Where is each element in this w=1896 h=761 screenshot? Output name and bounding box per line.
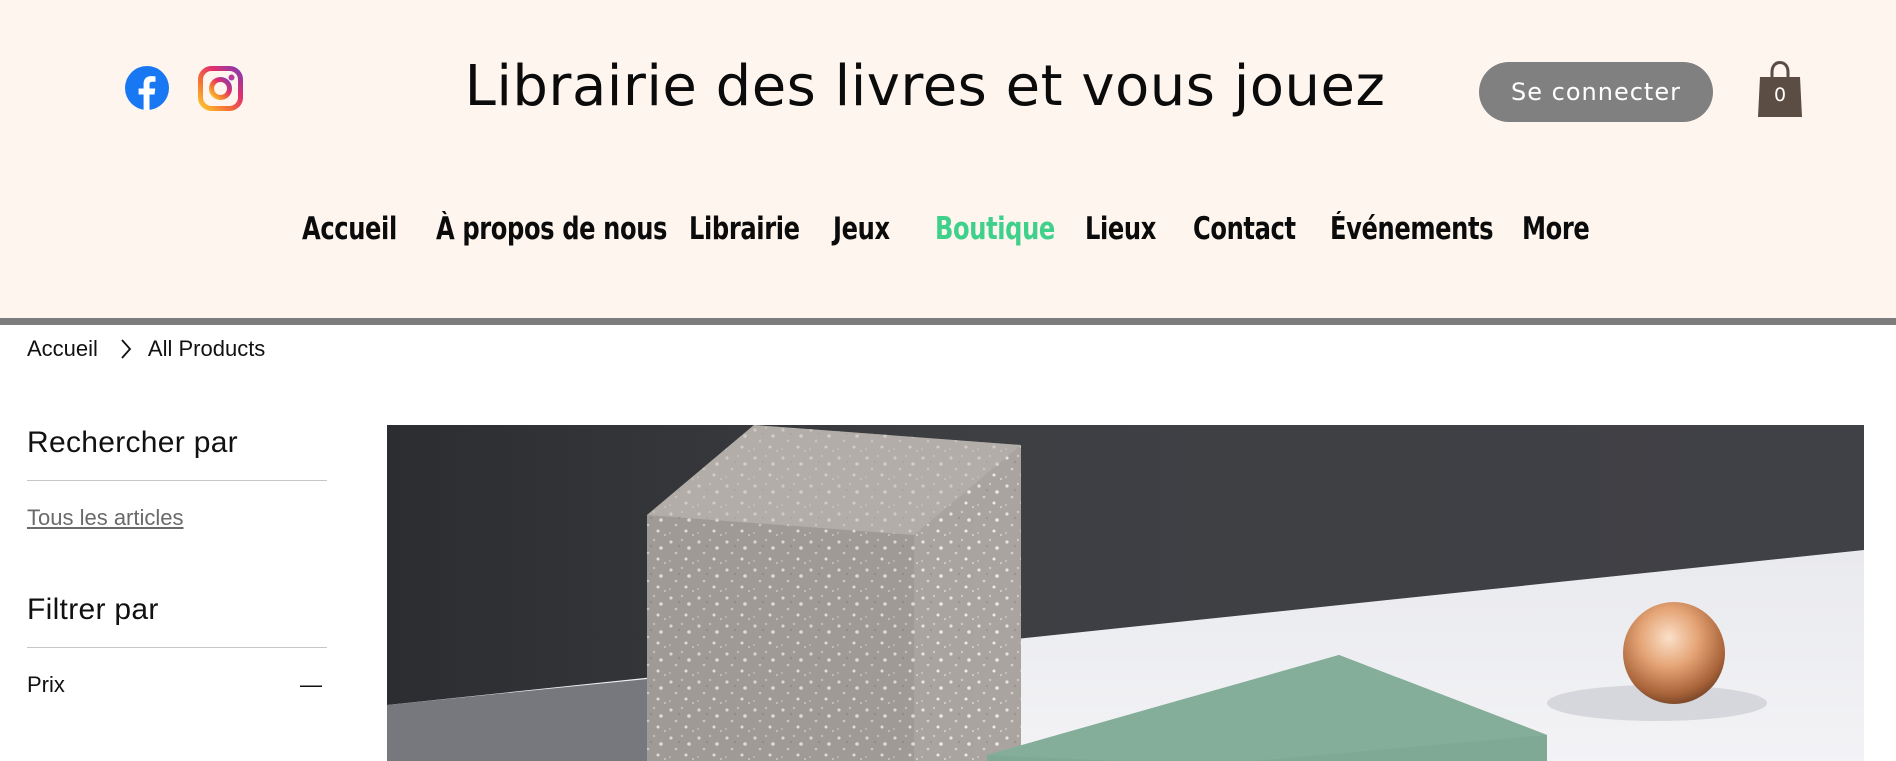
filter-by-heading: Filtrer par (27, 593, 159, 626)
nav-item-jeux[interactable]: Jeux (833, 202, 890, 256)
search-by-heading: Rechercher par (27, 426, 238, 459)
nav-item-a-propos[interactable]: À propos de nous (436, 202, 667, 256)
hero-image (387, 425, 1864, 761)
collapse-icon: — (300, 672, 322, 697)
site-header: Librairie des livres et vous jouez Se co… (0, 0, 1896, 320)
login-button[interactable]: Se connecter (1479, 62, 1713, 122)
breadcrumb-current: All Products (147, 336, 266, 361)
breadcrumb: Accueil All Products (27, 332, 265, 366)
price-filter-toggle[interactable]: Prix — (27, 672, 322, 698)
nav-item-lieux[interactable]: Lieux (1085, 202, 1156, 256)
nav-item-librairie[interactable]: Librairie (689, 202, 800, 256)
chevron-right-icon (120, 338, 132, 360)
nav-item-evenements[interactable]: Événements (1330, 202, 1494, 256)
cart-count: 0 (1773, 84, 1787, 106)
nav-item-more[interactable]: More (1522, 202, 1590, 256)
header-divider (0, 318, 1896, 325)
nav-item-accueil[interactable]: Accueil (302, 202, 397, 256)
site-title: Librairie des livres et vous jouez (464, 54, 1386, 119)
nav-item-boutique[interactable]: Boutique (935, 202, 1055, 256)
main-nav: Accueil À propos de nous Librairie Jeux … (0, 202, 1896, 256)
instagram-icon[interactable] (198, 66, 243, 111)
divider (27, 647, 327, 648)
all-items-link[interactable]: Tous les articles (27, 505, 184, 531)
sidebar: Rechercher par Tous les articles Filtrer… (27, 420, 327, 698)
breadcrumb-home[interactable]: Accueil (27, 336, 98, 362)
nav-item-contact[interactable]: Contact (1193, 202, 1296, 256)
cart-button[interactable]: 0 (1756, 60, 1804, 118)
price-filter-label: Prix (27, 672, 65, 697)
facebook-icon[interactable] (125, 66, 169, 110)
divider (27, 480, 327, 481)
